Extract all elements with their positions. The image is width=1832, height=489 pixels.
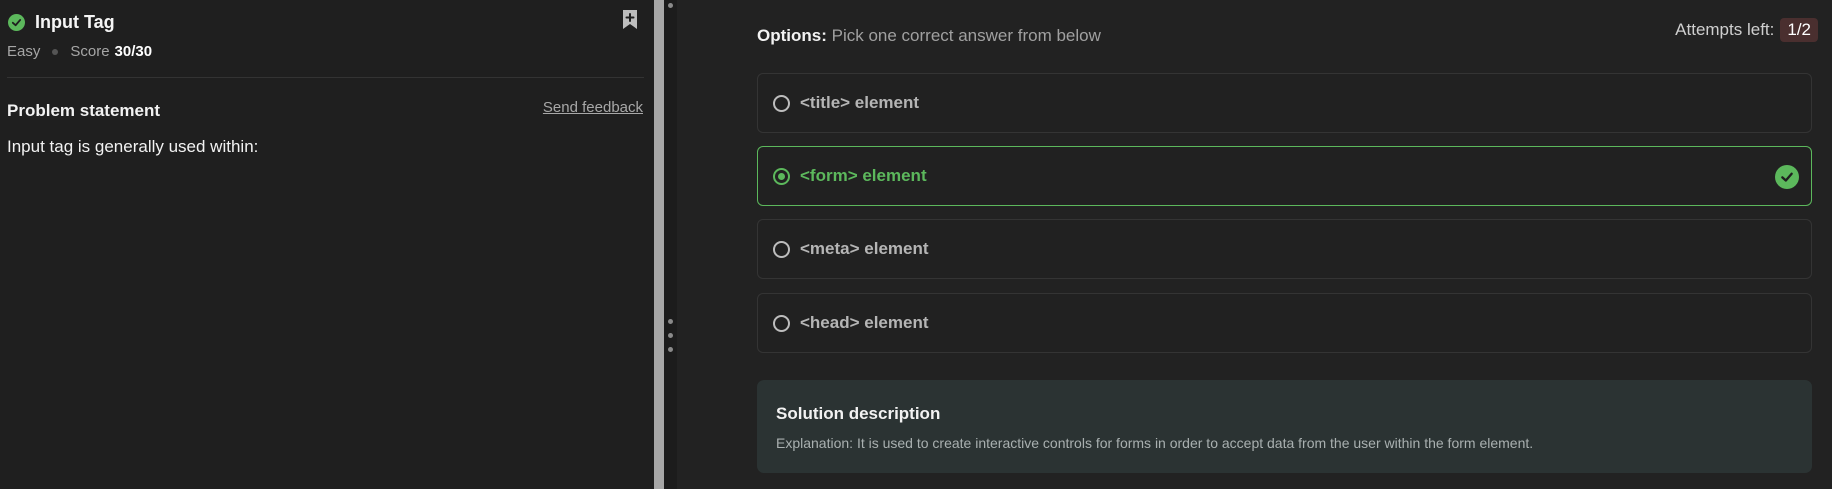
problem-title: Input Tag	[35, 11, 115, 32]
header-divider	[7, 77, 644, 78]
correct-check-icon	[1775, 165, 1799, 189]
attempts-label: Attempts left:	[1675, 20, 1775, 39]
option-radio[interactable]	[773, 314, 790, 332]
panel-splitter[interactable]	[654, 0, 664, 489]
options-heading-label: Options:	[757, 26, 827, 45]
drag-handle-dot	[668, 319, 673, 324]
drag-handle-dot	[668, 3, 673, 8]
option-label: <title> element	[800, 93, 920, 112]
answer-panel: Options: Pick one correct answer from be…	[677, 0, 1832, 489]
meta-separator-dot	[52, 48, 59, 55]
drag-handle[interactable]	[664, 0, 677, 489]
drag-handle-dot	[668, 333, 673, 338]
solution-title: Solution description	[776, 404, 941, 423]
score-value: 30/30	[114, 43, 153, 60]
send-feedback-link[interactable]: Send feedback	[543, 99, 643, 116]
attempts-left: Attempts left: 1/2	[1675, 18, 1818, 42]
problem-panel: Input Tag Easy Score 30/30 Problem state…	[0, 0, 654, 489]
attempts-badge: 1/2	[1780, 18, 1818, 42]
option-form-element[interactable]: <form> element	[757, 146, 1812, 206]
option-radio[interactable]	[773, 94, 790, 112]
option-radio[interactable]	[773, 240, 790, 258]
option-label: <head> element	[800, 313, 929, 332]
solution-description: Solution description Explanation: It is …	[757, 380, 1812, 473]
option-label: <meta> element	[800, 239, 929, 258]
problem-header: Input Tag	[8, 10, 115, 34]
solved-check-icon	[8, 13, 25, 31]
drag-handle-dot	[668, 347, 673, 352]
options-heading-text: Pick one correct answer from below	[831, 26, 1101, 45]
solution-text: Explanation: It is used to create intera…	[776, 435, 1534, 451]
problem-statement-heading: Problem statement	[7, 101, 161, 120]
option-radio-selected[interactable]	[773, 167, 790, 185]
problem-question: Input tag is generally used within:	[7, 137, 259, 156]
difficulty-label: Easy	[7, 43, 41, 60]
option-label: <form> element	[800, 166, 927, 185]
options-heading: Options: Pick one correct answer from be…	[757, 26, 1101, 46]
option-title-element[interactable]: <title> element	[757, 73, 1812, 133]
problem-meta: Easy Score 30/30	[7, 43, 152, 60]
score-label: Score	[70, 43, 110, 60]
option-meta-element[interactable]: <meta> element	[757, 219, 1812, 279]
option-head-element[interactable]: <head> element	[757, 293, 1812, 353]
bookmark-icon[interactable]	[621, 9, 639, 36]
